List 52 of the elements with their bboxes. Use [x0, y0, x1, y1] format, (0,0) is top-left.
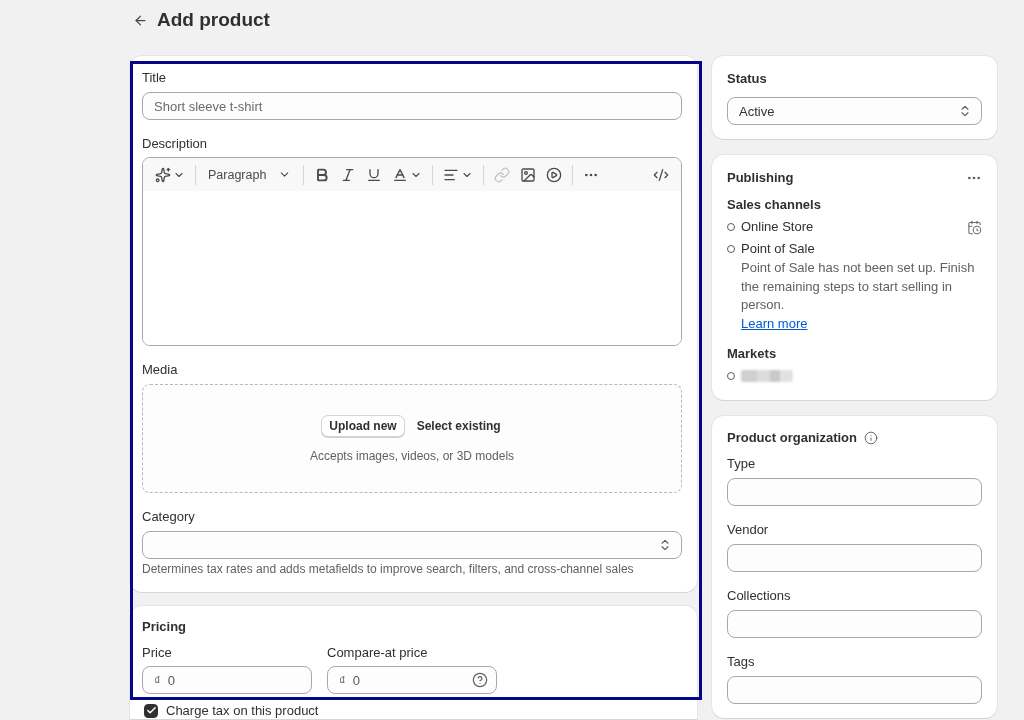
field-label: Media [142, 362, 179, 378]
channel-name: Point of Sale [741, 241, 815, 257]
text-color-icon[interactable] [392, 166, 409, 183]
channel-note: Point of Sale has not been set up. Finish the remaining steps to start selling in person. [741, 259, 976, 314]
upload-button[interactable]: Upload new [321, 414, 405, 437]
text-input[interactable] [727, 477, 982, 506]
section-heading: Sales channels [727, 197, 822, 213]
card-title: Status [727, 71, 768, 87]
checkbox-label: Charge tax on this product [166, 703, 319, 718]
text-input[interactable] [727, 609, 982, 638]
calendar-clock-icon[interactable] [967, 219, 982, 235]
section-heading: Markets [727, 345, 778, 362]
price-input[interactable]: 0 [167, 670, 303, 690]
underline-icon[interactable] [366, 166, 383, 183]
image-icon[interactable] [520, 166, 537, 183]
title-input[interactable]: Short sleeve t-shirt [142, 92, 682, 120]
card-title: Publishing [727, 170, 794, 186]
field-label: Collections [727, 587, 792, 604]
play-circle-icon[interactable] [546, 166, 563, 183]
currency-symbol: ₫ [154, 672, 161, 688]
field-label: Compare-at price [327, 645, 429, 661]
field-label: Title [142, 70, 168, 86]
select-existing-button[interactable]: Select existing [414, 414, 503, 437]
price-field[interactable]: ₫ 0 [327, 666, 497, 694]
text-input[interactable] [727, 543, 982, 572]
text-input[interactable] [727, 675, 982, 704]
info-icon[interactable] [864, 430, 878, 445]
status-select[interactable]: Active [727, 97, 982, 125]
checkbox[interactable] [144, 703, 158, 718]
field-label: Description [142, 136, 209, 152]
bold-icon[interactable] [314, 166, 331, 183]
format-dropdown[interactable]: Paragraph [202, 162, 298, 187]
page-title: Add product [157, 8, 270, 32]
learn-more-link[interactable]: Learn more [741, 314, 808, 333]
field-label: Tags [727, 653, 756, 670]
help-icon[interactable] [472, 672, 488, 688]
card-title: Pricing [142, 619, 188, 635]
currency-symbol: ₫ [339, 672, 346, 688]
code-icon[interactable] [653, 166, 669, 183]
field-label: Category [142, 509, 196, 525]
help-text: Determines tax rates and adds metafields to improve search, filters, and cross-channel sales [142, 562, 635, 576]
card-title: Product organization [727, 429, 857, 446]
price-input[interactable]: 0 [352, 670, 465, 690]
arrow-left-icon [132, 12, 148, 28]
sparkle-icon[interactable] [155, 166, 171, 183]
field-label: Type [727, 455, 757, 472]
channel-name: Online Store [741, 219, 814, 235]
media-drop-zone[interactable]: Upload new Select existing Accepts images, videos, or 3D models [142, 384, 682, 493]
price-field[interactable]: ₫ 0 [142, 666, 312, 694]
field-label: Price [142, 645, 173, 661]
field-label: Vendor [727, 521, 770, 538]
media-hint: Accepts images, videos, or 3D models [309, 448, 515, 463]
